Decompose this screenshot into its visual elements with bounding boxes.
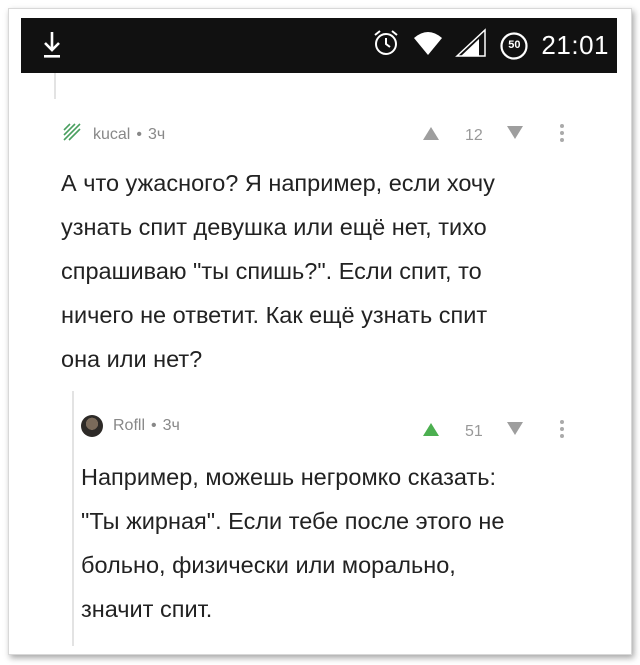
comment-rating: 12 [465,126,483,144]
alarm-icon [371,28,401,63]
downvote-icon[interactable] [505,421,525,442]
comment-body: Например, можешь негромко сказать: "Ты ж… [81,455,621,631]
comment-header: Rofll • 3ч [81,415,180,437]
status-bar: 50 21:01 [21,18,617,73]
avatar-icon[interactable] [61,121,83,148]
more-options-icon[interactable] [559,419,565,444]
thread-line [54,73,56,99]
clock-time: 21:01 [541,30,609,60]
comment-rating: 51 [465,422,483,440]
comment-votes: 51 [421,419,565,444]
comment-votes: 12 [421,123,565,148]
comment-line: значит спит. [81,596,213,622]
comment-line: Например, можешь негромко сказать: [81,464,496,490]
thread-line-nested [72,391,74,646]
signal-icon [455,28,487,63]
avatar[interactable] [81,415,103,437]
comment-age: 3ч [162,417,180,434]
downvote-icon[interactable] [505,125,525,146]
comment-line: ничего не ответит. Как ещё узнать спит [61,302,488,328]
upvote-icon[interactable] [421,125,441,146]
comment-line: она или нет? [61,346,203,372]
wifi-icon [413,30,443,61]
separator-dot: • [136,125,142,143]
comment-line: больно, физически или морально, [81,552,456,578]
more-options-icon[interactable] [559,123,565,148]
comment-author[interactable]: Rofll [113,417,145,435]
download-icon [41,30,63,65]
screenshot-frame: 50 21:01 kucal • 3ч 12 А что ужасного? Я… [8,8,632,655]
comment-body: А что ужасного? Я например, если хочу уз… [61,161,621,381]
upvote-icon[interactable] [421,421,441,442]
comment-age: 3ч [147,125,166,143]
comment-author[interactable]: kucal [93,126,130,144]
separator-dot: • [151,417,157,434]
comment-line: "Ты жирная". Если тебе после этого не [81,508,505,534]
battery-icon: 50 [499,31,529,61]
comment-line: А что ужасного? Я например, если хочу [61,170,495,196]
comment-line: узнать спит девушка или ещё нет, тихо [61,214,487,240]
battery-level: 50 [508,38,521,51]
comment-line: спрашиваю "ты спишь?". Если спит, то [61,258,482,284]
comment-header: kucal • 3ч [61,121,165,148]
